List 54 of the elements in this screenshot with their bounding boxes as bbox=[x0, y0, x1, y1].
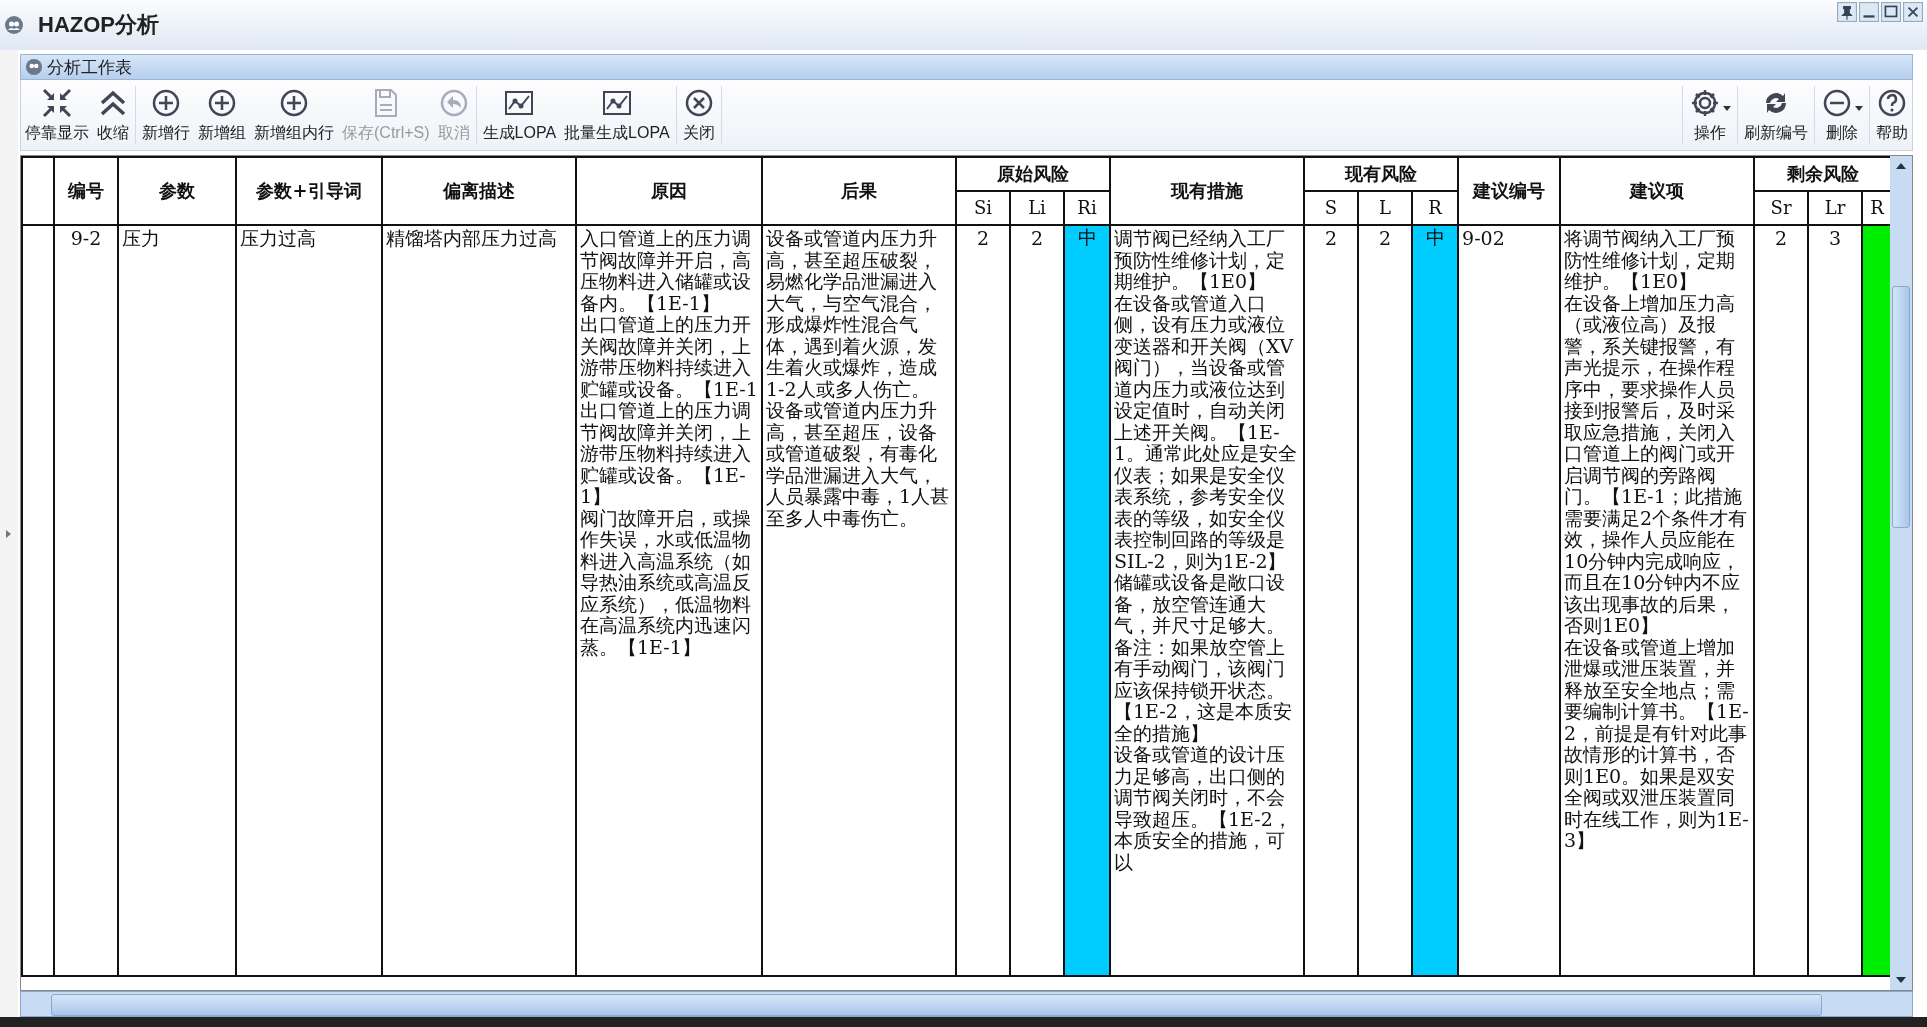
cell-text: 调节阀已经纳入工厂预防性维修计划，定期维护。【1E0】 bbox=[1114, 228, 1287, 293]
cell-text: 出口管道上的压力调节阀故障并关闭，上游带压物料持续进入贮罐或设备。【1E-1】 bbox=[580, 400, 752, 508]
toolbar-button[interactable]: 新增组 bbox=[194, 80, 250, 150]
column-header: 建议项 bbox=[1560, 157, 1755, 225]
column-header: Lr bbox=[1808, 191, 1863, 225]
table-cell: 9-02 bbox=[1458, 225, 1561, 976]
cell-text: 设备或管道的设计压力足够高，出口侧的调节阀关闭时，不会导致超压。【1E-2，本质安全的措施，可以 bbox=[1114, 744, 1293, 873]
column-header: 建议编号 bbox=[1458, 157, 1561, 225]
column-header: Li bbox=[1010, 191, 1064, 225]
cell-text: 在设备或管道入口侧，设有压力或液位变送器和开关阀（XV阀门），当设备或管道内压力或液位达到设定值时，自动关闭上述开关阀。【1E-1。通常此处应是安全仪表；如果是安全仪表系统，参考安全仪表的等级，如安全仪表控制回路的等级是SIL-2，则为1E-2】 bbox=[1114, 292, 1299, 572]
table-cell: 精馏塔内部压力过高 bbox=[382, 225, 576, 976]
table-cell: 9-2 bbox=[54, 225, 118, 976]
toolbar-button[interactable]: 批量生成LOPA bbox=[560, 80, 674, 150]
table-cell: 压力过高 bbox=[236, 225, 382, 976]
cell-text: 入口管道上的压力调节阀故障并开启，高压物料进入储罐或设备内。【1E-1】 bbox=[580, 228, 752, 314]
table-cell: 2 bbox=[1754, 225, 1809, 976]
toolbar-button[interactable]: 关闭 bbox=[678, 80, 719, 150]
column-header: 编号 bbox=[54, 157, 118, 225]
table-cell: 2 bbox=[956, 225, 1010, 976]
column-header: S bbox=[1304, 191, 1359, 225]
toolbar-button[interactable]: 新增组内行 bbox=[250, 80, 338, 150]
panel-title: 分析工作表 bbox=[47, 56, 132, 79]
risk-level-cell: 中 bbox=[1064, 225, 1111, 976]
column-header: Sr bbox=[1754, 191, 1809, 225]
toolbar-button[interactable]: 刷新编号 bbox=[1740, 80, 1812, 150]
column-header: 后果 bbox=[762, 157, 956, 225]
cell-text: 在设备或管道上增加泄爆或泄压装置，并释放至安全地点；需要编制计算书。【1E-2，前提是有针对此事故情形的计算书，否则1E0。如果是双安全阀或双泄压装置同时在线工作，则为1E-3】 bbox=[1564, 636, 1750, 852]
toolbar-button[interactable]: 帮助 bbox=[1872, 80, 1912, 150]
column-header: 偏离描述 bbox=[382, 157, 576, 225]
column-header: 参数+引导词 bbox=[236, 157, 382, 225]
toolbar-button[interactable]: 生成LOPA bbox=[478, 80, 561, 150]
window-title: HAZOP分析 bbox=[38, 11, 159, 39]
column-header: 现有风险 bbox=[1304, 157, 1459, 191]
cell-text: 设备或管道内压力升高，甚至超压破裂，易燃化学品泄漏进入大气，与空气混合，形成爆炸性混合气体，遇到着火源，发生着火或爆炸，造成1-2人或多人伤亡。 bbox=[766, 228, 938, 400]
cell-text: 设备或管道内压力升高，甚至超压，设备或管道破裂，有毒化学品泄漏进入大气，人员暴露中毒，1人甚至多人中毒伤亡。 bbox=[766, 400, 951, 529]
column-header: 现有措施 bbox=[1110, 157, 1305, 225]
cell-text: 阀门故障开启，或操作失误，水或低温物料进入高温系统（如导热油系统或高温反应系统），低温物料在高温系统内迅速闪蒸。【1E-1】 bbox=[580, 507, 752, 658]
column-header: 原始风险 bbox=[956, 157, 1111, 191]
toolbar-button[interactable]: 操作 bbox=[1685, 80, 1735, 150]
toolbar-button[interactable]: 新增行 bbox=[138, 80, 194, 150]
column-header: L bbox=[1358, 191, 1413, 225]
column-header: 原因 bbox=[576, 157, 762, 225]
column-header: Si bbox=[956, 191, 1010, 225]
cell-text: 将调节阀纳入工厂预防性维修计划，定期维护。【1E0】 bbox=[1564, 228, 1737, 293]
toolbar-button[interactable]: 停靠显示 bbox=[21, 80, 93, 150]
risk-level-cell: 中 bbox=[1412, 225, 1459, 976]
cell-text: 出口管道上的压力开关阀故障并关闭，上游带压物料持续进入贮罐或设备。【1E-1 bbox=[580, 314, 758, 400]
table-cell: 压力 bbox=[118, 225, 236, 976]
cell-text: 在设备上增加压力高（或液位高）及报警，系关键报警，有声光提示，在操作程序中，要求操作人员接到报警后，及时采取应急措施，关闭入口管道上的阀门或开启调节阀的旁路阀门。【1E-1；此措施需要满足2个条件才有效，操作人员应能在10分钟内完成响应，而且在10分钟内不应该出现事故的后果，否则1E0】 bbox=[1564, 292, 1749, 637]
table-cell: 2 bbox=[1304, 225, 1359, 976]
toolbar-button[interactable]: 收缩 bbox=[93, 80, 133, 150]
column-header: 参数 bbox=[118, 157, 236, 225]
cell-text: 储罐或设备是敞口设备，放空管连通大气，并尺寸足够大。备注：如果放空管上有手动阀门，该阀门应该保持锁开状态。【1E-2，这是本质安全的措施】 bbox=[1114, 572, 1293, 744]
toolbar-button[interactable]: 删除 bbox=[1817, 80, 1867, 150]
